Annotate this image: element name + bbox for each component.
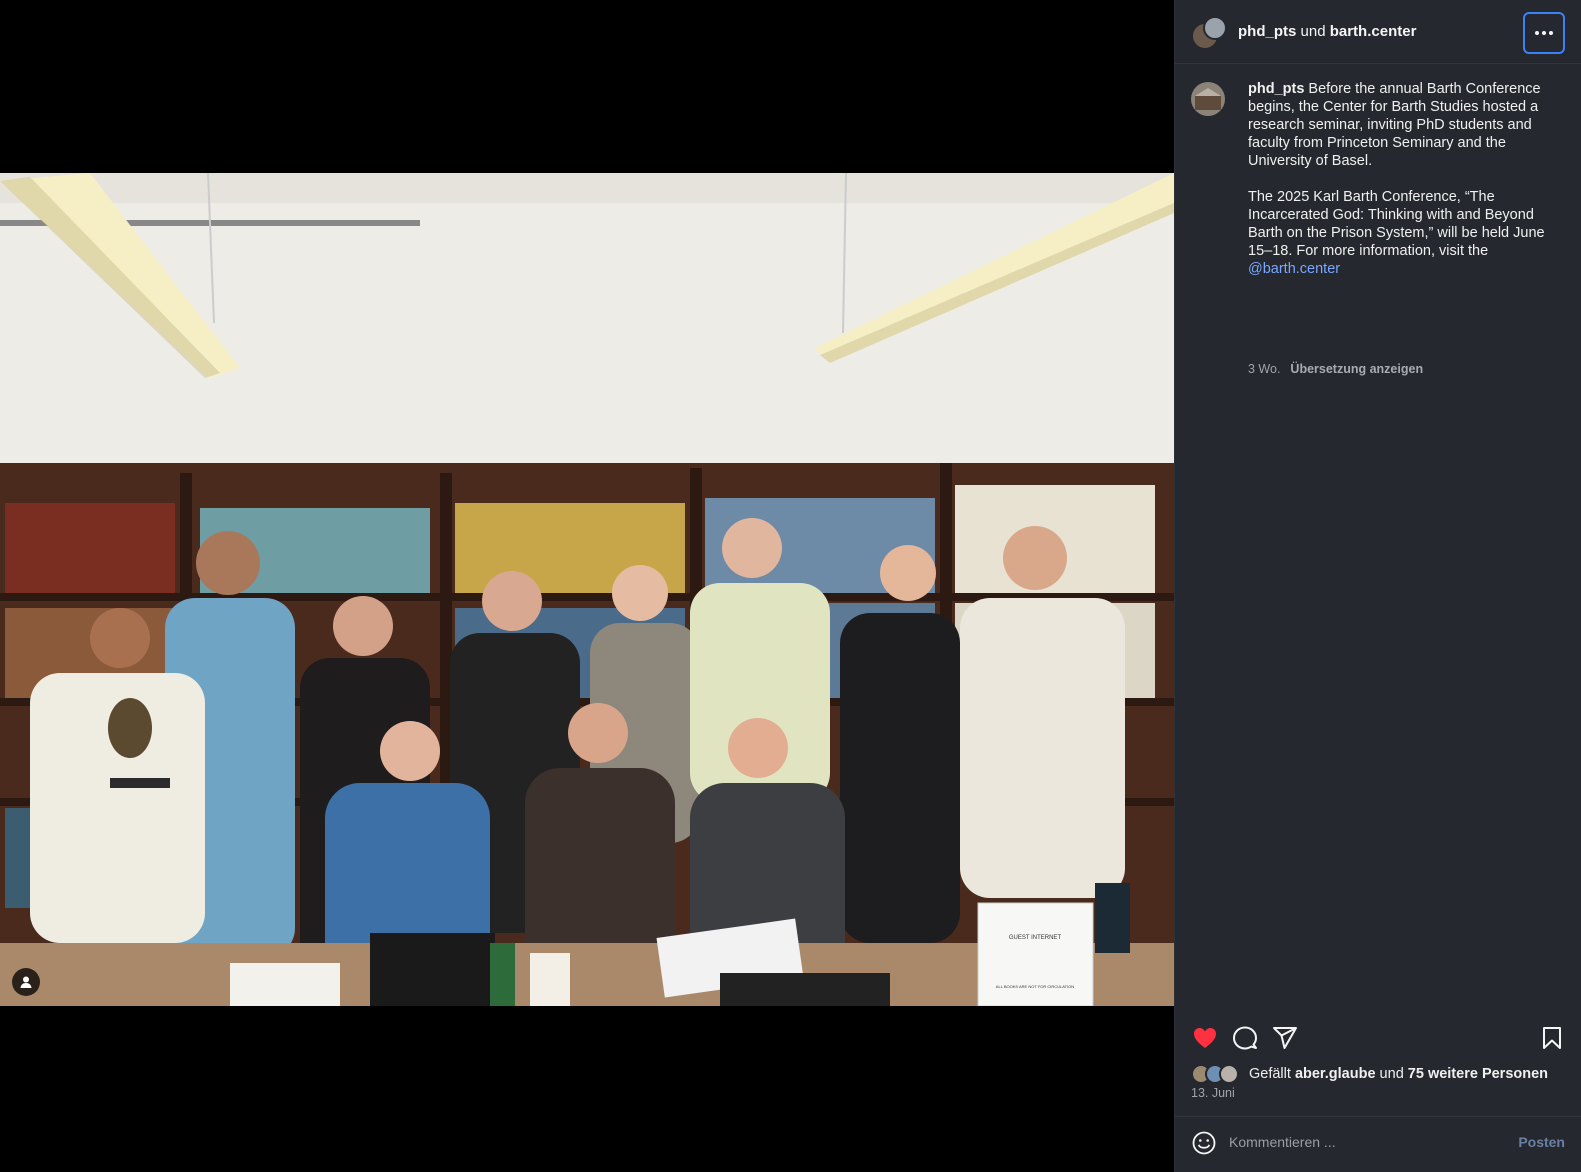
caption-avatar[interactable] [1191,82,1225,116]
more-icon-dot [1542,31,1546,35]
author-link-1[interactable]: phd_pts [1238,23,1296,40]
share-icon[interactable] [1271,1024,1299,1052]
avatar [1219,1064,1239,1084]
post-date: 13. Juni [1191,1086,1235,1100]
bookmark-icon[interactable] [1538,1024,1566,1052]
comment-bar: Posten [1175,1116,1581,1172]
comment-icon[interactable] [1231,1024,1259,1052]
heart-icon[interactable] [1191,1024,1219,1052]
likes-prefix: Gefällt [1249,1066,1295,1082]
author-connector: und [1296,23,1330,40]
caption-meta: 3 Wo. Übersetzung anzeigen [1248,362,1423,376]
likes-text: Gefällt aber.glaube und 75 weitere Perso… [1249,1066,1548,1082]
caption-text: phd_pts Before the annual Barth Conferen… [1248,80,1548,296]
sign-note: ALL BOOKS ARE NOT FOR CIRCULATION [996,984,1074,989]
translate-link[interactable]: Übersetzung anzeigen [1290,362,1423,376]
caption-paragraph-2: The 2025 Karl Barth Conference, “The Inc… [1248,189,1545,259]
more-options-button[interactable] [1523,12,1565,54]
likes-connector: und [1375,1066,1408,1082]
likes-row[interactable]: Gefällt aber.glaube und 75 weitere Perso… [1191,1064,1548,1084]
post-actions [1175,1020,1581,1060]
post-header: phd_pts und barth.center [1175,0,1581,64]
author-link-2[interactable]: barth.center [1330,23,1417,40]
media-area: GUEST INTERNET ALL BOOKS ARE NOT FOR CIR… [0,0,1174,1172]
caption-username[interactable]: phd_pts [1248,81,1304,97]
liker-username[interactable]: aber.glaube [1295,1066,1376,1082]
avatar-image [1191,82,1225,116]
comment-input[interactable] [1229,1131,1499,1153]
post-photo[interactable]: GUEST INTERNET ALL BOOKS ARE NOT FOR CIR… [0,173,1174,1006]
mention-link[interactable]: @barth.center [1248,261,1340,277]
post-authors: phd_pts und barth.center [1238,23,1416,40]
post-panel: phd_pts und barth.center phd_pts Before … [1174,0,1581,1172]
collab-avatars[interactable] [1191,16,1227,50]
emoji-icon[interactable] [1191,1130,1217,1156]
user-tag-button[interactable] [12,968,40,996]
more-icon-dot [1549,31,1553,35]
sign-title: GUEST INTERNET [1009,935,1062,941]
group-photo-image: GUEST INTERNET ALL BOOKS ARE NOT FOR CIR… [0,173,1174,1006]
post-age: 3 Wo. [1248,362,1281,376]
post-comment-button[interactable]: Posten [1518,1134,1565,1150]
liker-avatars [1191,1064,1243,1084]
likes-count[interactable]: 75 weitere Personen [1408,1066,1548,1082]
user-tag-icon [20,976,32,988]
more-icon [1535,31,1539,35]
avatar [1203,16,1227,40]
